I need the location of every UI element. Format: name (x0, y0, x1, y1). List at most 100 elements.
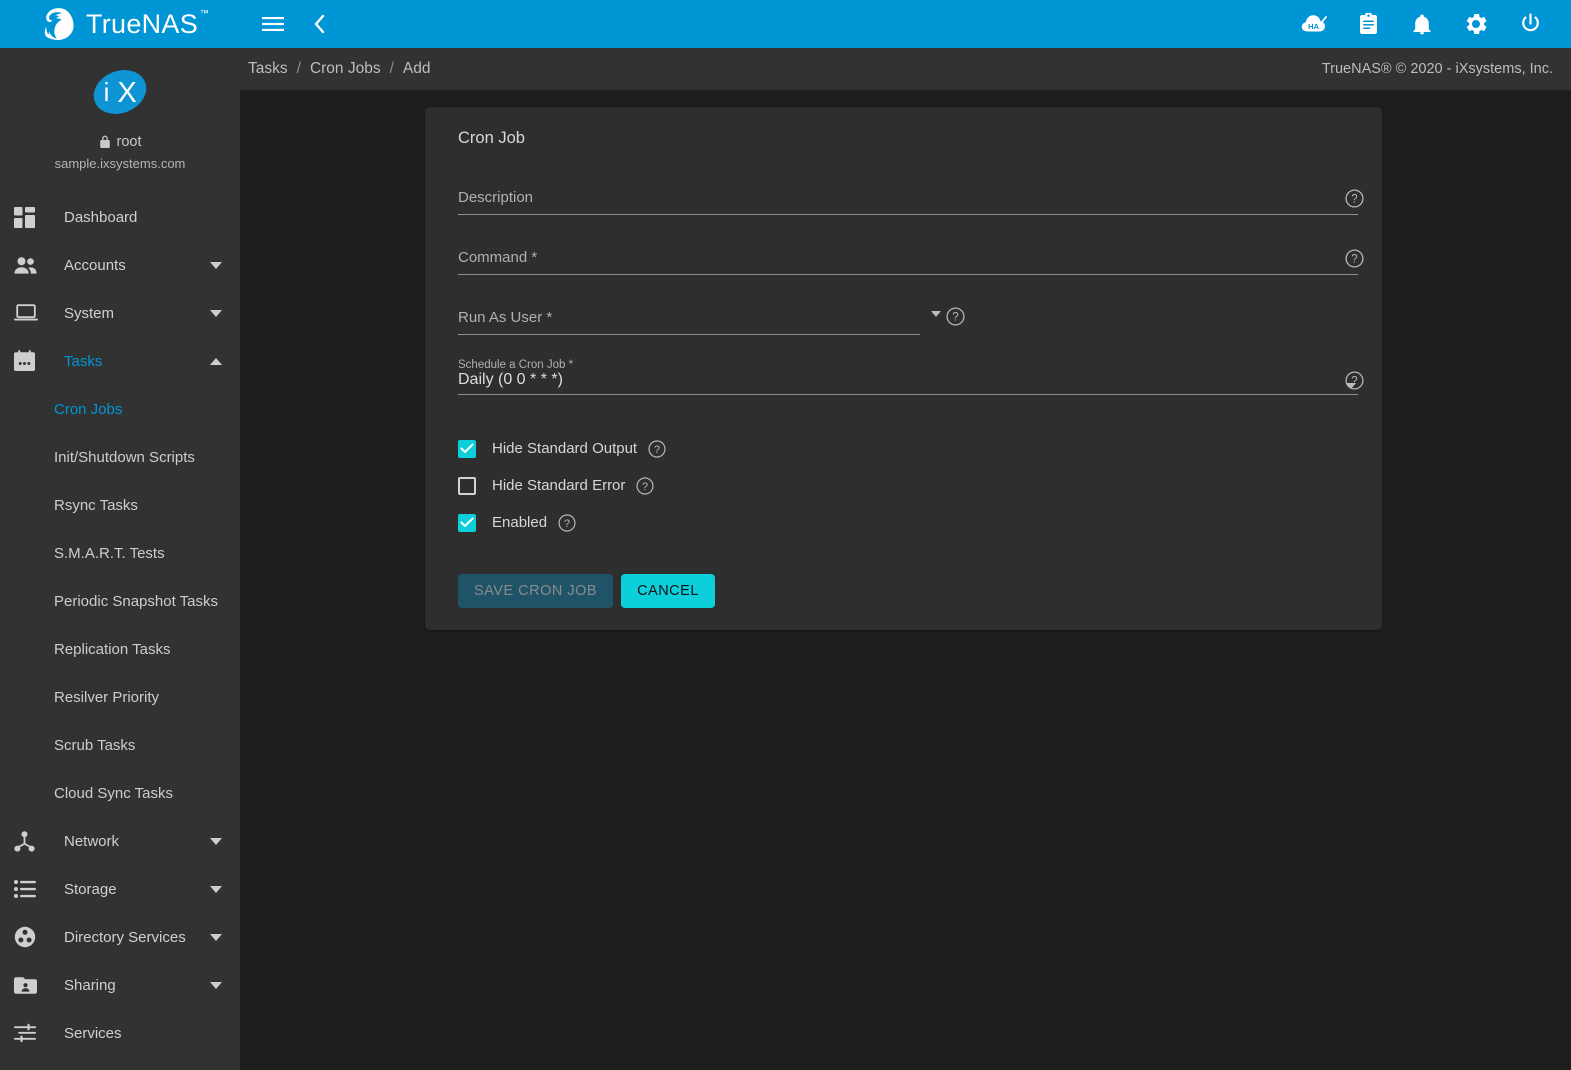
settings-gear-icon[interactable] (1461, 9, 1491, 39)
sidebar-item-dashboard[interactable]: Dashboard (0, 193, 240, 241)
chevron-down-icon[interactable] (210, 309, 222, 317)
help-circle-icon[interactable]: ? (1345, 371, 1364, 395)
checkbox-group: Hide Standard Output ? Hide Standard Err… (458, 430, 1364, 541)
accounts-people-icon (14, 256, 44, 274)
sidebar-subitem-init-shutdown-scripts[interactable]: Init/Shutdown Scripts (0, 433, 240, 481)
help-circle-icon[interactable]: ? (648, 439, 666, 458)
enabled-checkbox[interactable] (458, 513, 476, 532)
network-icon (14, 830, 44, 852)
sidebar-subitem-label: Periodic Snapshot Tasks (54, 592, 218, 610)
sidebar-item-storage[interactable]: Storage (0, 865, 240, 913)
sidebar-item-directory-services[interactable]: Directory Services (0, 913, 240, 961)
sidebar-item-label: Directory Services (64, 928, 186, 946)
breadcrumb-bar: Tasks / Cron Jobs / Add TrueNAS® © 2020 … (240, 48, 1571, 90)
checkbox-row-hide-standard-error[interactable]: Hide Standard Error ? (458, 467, 1364, 504)
form-actions: SAVE CRON JOB CANCEL (458, 574, 1364, 608)
sidebar: i X root sample.ixsystems.com Dashboard … (0, 48, 240, 1070)
chevron-down-icon[interactable] (210, 261, 222, 269)
sidebar-subitem-resilver-priority[interactable]: Resilver Priority (0, 673, 240, 721)
sidebar-subitem-label: Resilver Priority (54, 688, 160, 706)
chevron-down-icon[interactable] (210, 933, 222, 941)
sidebar-subitem-label: S.M.A.R.T. Tests (54, 544, 165, 562)
help-circle-icon[interactable]: ? (946, 307, 965, 331)
field-label: Schedule a Cron Job * (458, 359, 574, 371)
ha-status-icon[interactable]: HA (1299, 9, 1329, 39)
sidebar-profile-username: root (116, 134, 142, 150)
schedule-selected-value: Daily (0 0 * * *) (458, 371, 563, 388)
ix-logo-icon: i X (93, 70, 147, 114)
sidebar-item-tasks[interactable]: Tasks (0, 337, 240, 385)
help-circle-icon[interactable]: ? (636, 476, 654, 495)
sidebar-item-label: Services (64, 1024, 122, 1042)
cancel-button[interactable]: CANCEL (621, 574, 715, 608)
top-bar: TrueNAS ™ HA (0, 0, 1571, 48)
directory-services-icon (14, 926, 44, 948)
help-circle-icon[interactable]: ? (558, 513, 576, 532)
checkbox-label: Hide Standard Output (492, 440, 638, 457)
hide-standard-error-checkbox[interactable] (458, 476, 476, 495)
description-input[interactable] (458, 189, 1358, 211)
svg-text:?: ? (1351, 194, 1357, 206)
sidebar-subitem-scrub-tasks[interactable]: Scrub Tasks (0, 721, 240, 769)
field-command: Command * ? (458, 238, 1364, 284)
chevron-down-icon[interactable] (210, 885, 222, 893)
sidebar-subitem-smart-tests[interactable]: S.M.A.R.T. Tests (0, 529, 240, 577)
command-input[interactable] (458, 249, 1358, 271)
sidebar-item-system[interactable]: System (0, 289, 240, 337)
system-laptop-icon (14, 304, 44, 322)
top-bar-controls (258, 9, 334, 39)
checkbox-label: Enabled (492, 514, 548, 531)
svg-text:X: X (117, 77, 136, 109)
dropdown-arrow-icon[interactable] (931, 311, 941, 317)
sidebar-item-sharing[interactable]: Sharing (0, 961, 240, 1009)
help-circle-icon[interactable]: ? (1345, 189, 1364, 213)
brand-trademark: ™ (199, 7, 210, 18)
sidebar-profile-user: root (0, 134, 240, 150)
sidebar-subitem-label: Scrub Tasks (54, 736, 136, 754)
sidebar-item-label: Storage (64, 880, 117, 898)
brand-title: TrueNAS ™ (86, 8, 209, 38)
field-schedule-cron-job[interactable]: Schedule a Cron Job * Daily (0 0 * * *) … (458, 358, 1364, 404)
sidebar-subitem-periodic-snapshot-tasks[interactable]: Periodic Snapshot Tasks (0, 577, 240, 625)
lock-icon (99, 135, 110, 148)
sidebar-subitem-replication-tasks[interactable]: Replication Tasks (0, 625, 240, 673)
dashboard-icon (14, 206, 44, 228)
sidebar-subitem-cloud-sync-tasks[interactable]: Cloud Sync Tasks (0, 769, 240, 817)
breadcrumb-separator: / (389, 60, 394, 77)
sidebar-item-network[interactable]: Network (0, 817, 240, 865)
sidebar-subitem-label: Cloud Sync Tasks (54, 784, 173, 802)
notifications-bell-icon[interactable] (1407, 9, 1437, 39)
chevron-down-icon[interactable] (210, 981, 222, 989)
tasks-calendar-icon (14, 350, 44, 372)
hide-standard-output-checkbox[interactable] (458, 439, 476, 458)
sidebar-nav: Dashboard Accounts System Tasks Cron Job… (0, 185, 240, 1057)
chevron-left-icon[interactable] (304, 9, 334, 39)
chevron-down-icon[interactable] (210, 837, 222, 845)
sidebar-subitem-rsync-tasks[interactable]: Rsync Tasks (0, 481, 240, 529)
svg-text:?: ? (1351, 254, 1357, 266)
breadcrumb-item-tasks[interactable]: Tasks (248, 60, 288, 78)
svg-text:?: ? (642, 480, 648, 492)
save-cron-job-button[interactable]: SAVE CRON JOB (458, 574, 614, 608)
checkbox-row-hide-standard-output[interactable]: Hide Standard Output ? (458, 430, 1364, 467)
help-circle-icon[interactable]: ? (1345, 249, 1364, 273)
chevron-up-icon[interactable] (210, 357, 222, 365)
sidebar-profile-hostname: sample.ixsystems.com (54, 156, 186, 171)
sidebar-subitem-label: Cron Jobs (54, 400, 123, 418)
brand-area: TrueNAS ™ (0, 0, 240, 48)
svg-text:i: i (104, 77, 110, 107)
task-manager-icon[interactable] (1353, 9, 1383, 39)
sidebar-profile: i X root sample.ixsystems.com (0, 48, 240, 185)
sidebar-subitem-cron-jobs[interactable]: Cron Jobs (0, 385, 240, 433)
sidebar-item-services[interactable]: Services (0, 1009, 240, 1057)
checkbox-label: Hide Standard Error (492, 477, 626, 494)
breadcrumb-item-cron-jobs[interactable]: Cron Jobs (310, 60, 381, 78)
checkbox-row-enabled[interactable]: Enabled ? (458, 504, 1364, 541)
field-description: Description ? (458, 178, 1364, 224)
sidebar-item-accounts[interactable]: Accounts (0, 241, 240, 289)
sidebar-item-label: Network (64, 832, 120, 850)
hamburger-menu-icon[interactable] (258, 9, 288, 39)
power-icon[interactable] (1515, 9, 1545, 39)
sharing-folder-icon (14, 976, 44, 995)
run-as-user-input[interactable] (458, 309, 920, 331)
